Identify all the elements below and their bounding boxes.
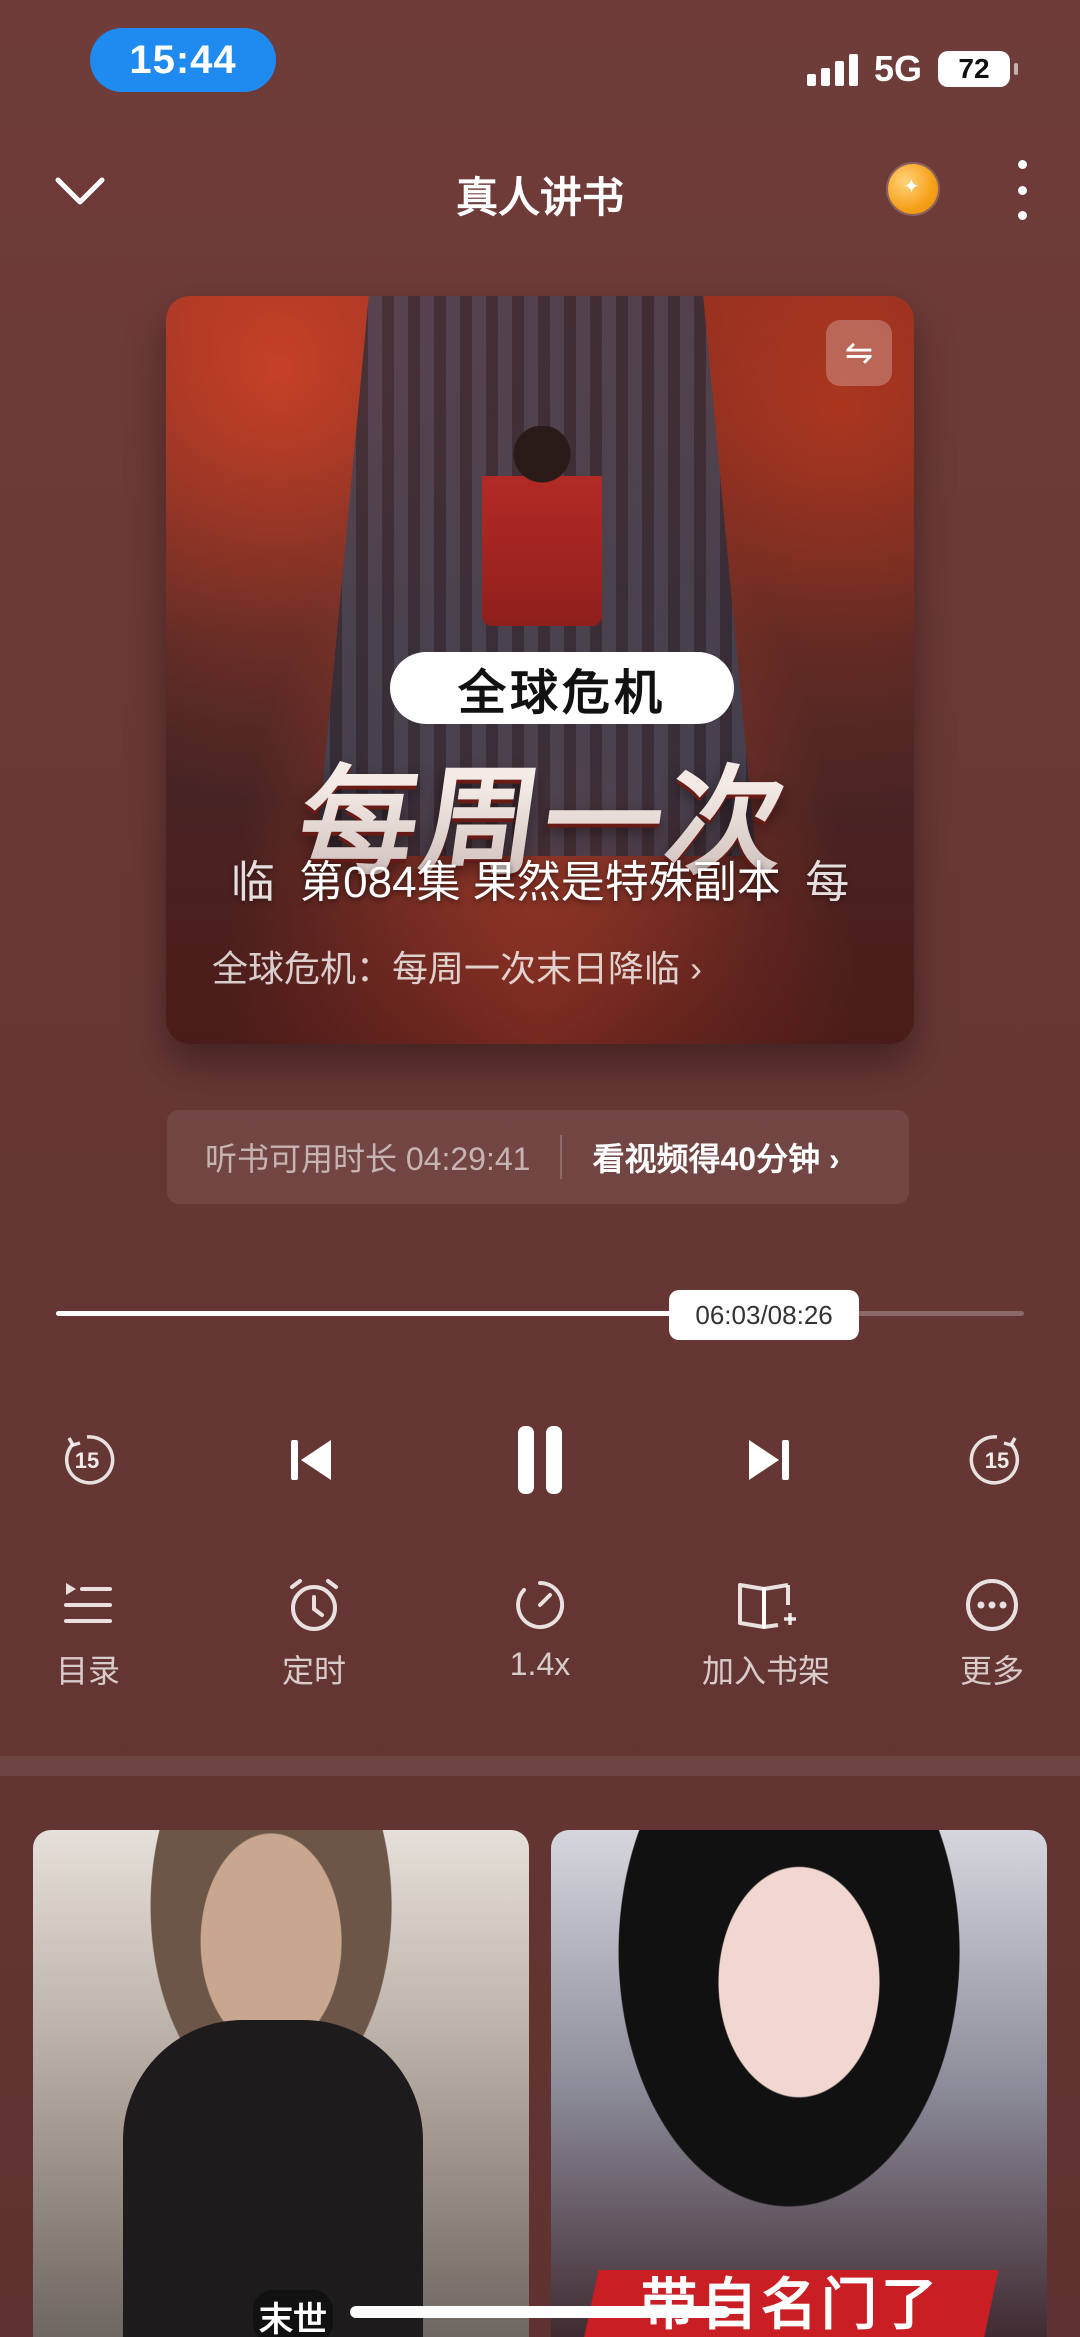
recommend-card-2[interactable]: 带自名门了 (551, 1830, 1047, 2337)
pause-button[interactable] (490, 1410, 590, 1510)
next-button[interactable] (734, 1410, 804, 1510)
episode-prev-fragment: 临 (230, 858, 275, 907)
forward-15-button[interactable]: 15 (962, 1410, 1032, 1510)
playback-controls: 15 15 (0, 1410, 1080, 1510)
rewind-15-button[interactable]: 15 (52, 1410, 122, 1510)
speed-button[interactable]: 1.4x (470, 1570, 610, 1683)
catalog-button[interactable]: 目录 (18, 1570, 158, 1692)
pause-icon (518, 1426, 562, 1494)
recommend-card-1[interactable]: 末世 (33, 1830, 529, 2337)
forward-icon: 15 (969, 1435, 1019, 1485)
more-button[interactable]: 更多 (922, 1570, 1062, 1692)
listen-time-bar: 听书可用时长 04:29:41 看视频得40分钟 › (167, 1110, 909, 1204)
alarm-clock-icon (290, 1579, 338, 1631)
listen-time-label: 听书可用时长 04:29:41 (205, 1141, 531, 1177)
more-label: 更多 (959, 1653, 1024, 1689)
speed-icon (516, 1580, 565, 1629)
more-icon (966, 1579, 1018, 1631)
skip-next-icon (749, 1440, 789, 1480)
chevron-right-icon: › (690, 948, 703, 989)
swap-mode-button[interactable]: ⇋ (826, 320, 892, 386)
list-icon (64, 1583, 112, 1623)
section-divider (0, 1756, 1080, 1776)
skip-previous-icon (291, 1440, 331, 1480)
status-indicators: 5G 72 (806, 48, 1018, 90)
previous-button[interactable] (276, 1410, 346, 1510)
book-add-icon (738, 1583, 796, 1629)
episode-title: 临 第084集 果然是特殊副本 每 (210, 846, 870, 910)
add-shelf-label: 加入书架 (701, 1653, 830, 1689)
home-indicator[interactable] (350, 2306, 730, 2318)
function-toolbar: 目录 定时 1.4x 加入书架 更多 (0, 1570, 1080, 1700)
timer-button[interactable]: 定时 (244, 1570, 384, 1692)
add-shelf-button[interactable]: 加入书架 (696, 1570, 836, 1692)
speed-label: 1.4x (509, 1646, 571, 1682)
card-title-banner: 带自名门了 (583, 2270, 999, 2337)
progress-fill (56, 1311, 750, 1316)
rewind-icon: 15 (65, 1435, 115, 1485)
book-name: 全球危机：每周一次末日降临 (212, 948, 681, 989)
top-bar: 真人讲书 (0, 150, 1080, 230)
status-time: 15:44 (90, 28, 276, 92)
more-options-button[interactable] (1010, 160, 1034, 220)
progress-time-label[interactable]: 06:03/08:26 (669, 1290, 860, 1340)
book-link[interactable]: 全球危机：每周一次末日降临 › (212, 940, 702, 992)
catalog-label: 目录 (55, 1653, 120, 1689)
watch-video-reward[interactable]: 看视频得40分钟 › (592, 1134, 839, 1180)
progress-track[interactable] (56, 1311, 1024, 1316)
signal-icon (806, 52, 858, 86)
timer-label: 定时 (281, 1653, 346, 1689)
network-label: 5G (873, 48, 922, 89)
cover-badge: 全球危机 (390, 652, 734, 724)
forward-seconds: 15 (985, 1448, 1009, 1473)
cover-figure (482, 426, 602, 626)
coin-icon[interactable] (888, 164, 938, 214)
episode-next-fragment: 每 (805, 858, 850, 907)
cover-shade (166, 784, 914, 1044)
divider (560, 1135, 563, 1179)
swap-icon: ⇋ (844, 334, 874, 372)
battery-icon: 72 (938, 51, 1018, 87)
cover-art[interactable]: ⇋ 全球危机 每周一次 临 第084集 果然是特殊副本 每 全球危机：每周一次末… (166, 296, 914, 1044)
card-title-text: 带自名门了 (641, 2273, 941, 2336)
card-genre-tag: 末世 (253, 2290, 333, 2337)
rewind-seconds: 15 (75, 1448, 99, 1473)
episode-title-text: 第084集 果然是特殊副本 (299, 858, 781, 907)
